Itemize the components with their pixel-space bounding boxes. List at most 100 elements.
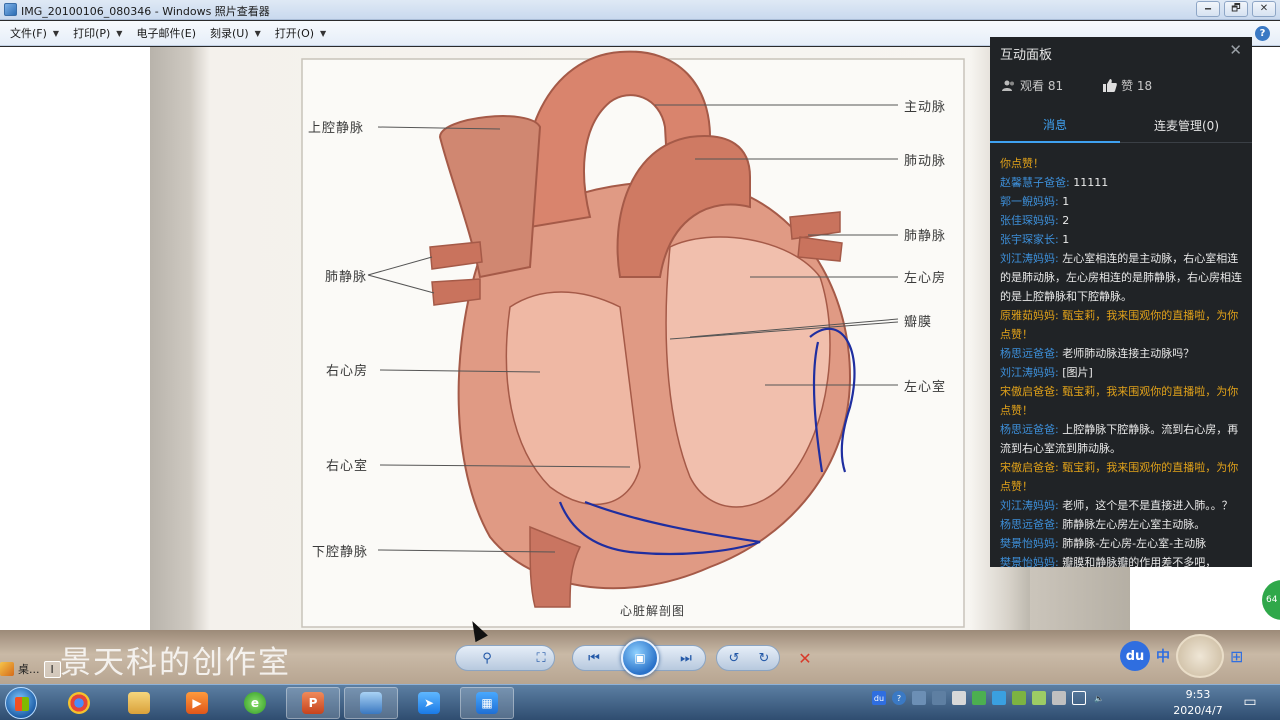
chat-message-text: 11111 [1069, 176, 1109, 189]
window-controls: 🗕 🗗 ✕ [1196, 1, 1276, 17]
left-task-seg[interactable]: Ⅰ [43, 660, 61, 678]
menu-print[interactable]: 打印(P) ▼ [69, 25, 132, 41]
clock-time: 9:53 [1185, 688, 1211, 701]
chat-message-author[interactable]: 刘江涛妈妈: [1000, 252, 1059, 265]
panel-stats: 观看 81 赞 18 [1002, 77, 1152, 94]
tray-shield-icon[interactable] [972, 691, 986, 705]
clock[interactable]: 9:53 2020/4/7 [1168, 687, 1228, 719]
label-right-atrium: 右心房 [326, 364, 369, 379]
chat-message-author[interactable]: 张佳琛妈妈: [1000, 214, 1059, 227]
next-icon[interactable]: ⏭ [673, 646, 699, 670]
rotate-group: ↺ ↻ [716, 645, 780, 671]
menu-burn[interactable]: 刻录(U) ▼ [206, 25, 271, 41]
chat-message: 杨思远爸爸: 老师肺动脉连接主动脉吗？ [1000, 344, 1248, 363]
ime-menu-icon[interactable]: ⊞ [1230, 647, 1243, 666]
chat-message: 宋傲启爸爸: 甄宝莉，我来围观你的直播啦，为你点赞！ [1000, 382, 1248, 420]
chevron-down-icon: ▼ [52, 28, 60, 38]
chat-message-text: 1 [1058, 233, 1070, 246]
restore-button[interactable]: 🗗 [1224, 1, 1248, 17]
chat-message-author[interactable]: 原雅茹妈妈: [1000, 309, 1059, 322]
likes-stat[interactable]: 赞 18 [1103, 77, 1152, 94]
chat-message-author[interactable]: 刘江涛妈妈: [1000, 366, 1059, 379]
panel-close-icon[interactable]: ✕ [1229, 41, 1242, 59]
chat-message-author[interactable]: 张宇琛家长: [1000, 233, 1059, 246]
taskbar: ▶ e P ➤ ▦ du ? 🔈 9:53 2020/4/7 ▭ [0, 684, 1280, 720]
tray-network-app-icon[interactable] [992, 691, 1006, 705]
left-task-strip: 桌... Ⅰ [0, 658, 61, 680]
label-inferior-vena-cava: 下腔静脉 [312, 545, 369, 560]
help-icon[interactable]: ? [1255, 26, 1270, 41]
delete-icon[interactable]: ✕ [792, 645, 818, 671]
tray-signal-icon[interactable] [1072, 691, 1086, 705]
baidu-ime-icon[interactable]: du [1120, 641, 1150, 671]
tray-baidu-icon[interactable]: du [872, 691, 886, 705]
windows-logo-icon [15, 697, 29, 711]
taskbar-media[interactable]: ▶ [170, 687, 224, 719]
clock-date: 2020/4/7 [1173, 704, 1223, 717]
tray-green-icon[interactable] [1012, 691, 1026, 705]
left-task-label[interactable]: 桌... [18, 661, 40, 677]
chat-message-author[interactable]: 樊景怡妈妈: [1000, 556, 1059, 569]
tab-messages[interactable]: 消息 [990, 107, 1120, 143]
tray-nvidia-icon[interactable] [1032, 691, 1046, 705]
taskbar-360[interactable]: e [228, 687, 282, 719]
taskbar-calendar[interactable]: ▦ [460, 687, 514, 719]
chat-message-author[interactable]: 杨思远爸爸: [1000, 347, 1059, 360]
taskbar-explorer[interactable] [112, 687, 166, 719]
menu-file[interactable]: 文件(F) ▼ [6, 25, 69, 41]
app-icon [4, 3, 17, 16]
chat-message: 宋傲启爸爸: 甄宝莉，我来围观你的直播啦，为你点赞！ [1000, 458, 1248, 496]
tray-volume-icon[interactable]: 🔈 [1092, 691, 1106, 705]
minimize-button[interactable]: 🗕 [1196, 1, 1220, 17]
viewers-count: 观看 81 [1020, 79, 1064, 93]
photo-viewer-icon [360, 692, 382, 714]
messenger-icon: ➤ [418, 692, 440, 714]
chat-message: 郭一鲵妈妈: 1 [1000, 192, 1248, 211]
chat-message-author[interactable]: 杨思远爸爸: [1000, 423, 1059, 436]
taskbar-ppt[interactable]: P [286, 687, 340, 719]
chat-message-author[interactable]: 郭一鲵妈妈: [1000, 195, 1059, 208]
chat-message: 樊景怡妈妈: 瓣膜和静脉瓣的作用差不多吧， [1000, 553, 1248, 572]
rotate-right-icon[interactable]: ↻ [751, 646, 777, 670]
ime-language-toggle[interactable]: 中 [1156, 646, 1170, 666]
chat-message-text: 瓣膜和静脉瓣的作用差不多吧， [1058, 556, 1217, 569]
menu-open[interactable]: 打开(O) ▼ [271, 25, 336, 41]
chat-message-author[interactable]: 刘江涛妈妈: [1000, 499, 1059, 512]
chat-message: 你点赞！ [1000, 154, 1248, 173]
chat-message-author[interactable]: 宋傲启爸爸: [1000, 385, 1059, 398]
taskbar-chrome[interactable] [52, 687, 106, 719]
start-button[interactable] [5, 687, 37, 719]
tray-help-icon[interactable]: ? [892, 691, 906, 705]
chat-message: 樊景怡妈妈: 肺静脉-左心房-左心室-主动脉 [1000, 534, 1248, 553]
likes-count: 赞 18 [1121, 79, 1153, 93]
heart-anatomy-photo: 上腔静脉 主动脉 肺动脉 肺静脉 肺静脉 左心房 瓣膜 右心房 左心室 右心室 … [150, 47, 1030, 630]
tray-device-icon[interactable] [912, 691, 926, 705]
taskbar-feishu[interactable]: ➤ [402, 687, 456, 719]
system-tray: du ? 🔈 [872, 691, 1106, 705]
message-list[interactable]: 你点赞！ 赵馨慧子爸爸: 11111 郭一鲵妈妈: 1 张佳琛妈妈: 2 张宇琛家长: … [1000, 154, 1248, 572]
notification-icon[interactable]: ▭ [1240, 689, 1260, 715]
fit-window-icon[interactable]: ⛶ [528, 646, 554, 670]
chat-message-author[interactable]: 宋傲启爸爸: [1000, 461, 1059, 474]
label-right-ventricle: 右心室 [326, 459, 369, 474]
heart-illustration [301, 50, 965, 628]
taskbar-photo-viewer[interactable] [344, 687, 398, 719]
task-mini-icon [0, 662, 14, 676]
rotate-left-icon[interactable]: ↺ [721, 646, 747, 670]
tab-mic-management[interactable]: 连麦管理(0) [1121, 107, 1252, 143]
chat-message-author[interactable]: 杨思远爸爸: [1000, 518, 1059, 531]
previous-icon[interactable]: ⏮ [581, 646, 607, 670]
label-pulmonary-vein-right: 肺静脉 [904, 229, 947, 244]
menu-email[interactable]: 电子邮件(E) [132, 25, 206, 41]
label-valve: 瓣膜 [904, 315, 933, 330]
tray-pen-icon[interactable] [932, 691, 946, 705]
chevron-down-icon: ▼ [320, 28, 327, 38]
chat-message-text: 你点赞！ [1000, 157, 1044, 170]
zoom-icon[interactable]: ⚲ [474, 646, 500, 670]
slideshow-button[interactable]: ▣ [621, 639, 659, 677]
chat-message-author[interactable]: 赵馨慧子爸爸: [1000, 176, 1070, 189]
tray-security-icon[interactable] [1052, 691, 1066, 705]
close-button[interactable]: ✕ [1252, 1, 1276, 17]
chat-message-author[interactable]: 樊景怡妈妈: [1000, 537, 1059, 550]
tray-app-icon[interactable] [952, 691, 966, 705]
